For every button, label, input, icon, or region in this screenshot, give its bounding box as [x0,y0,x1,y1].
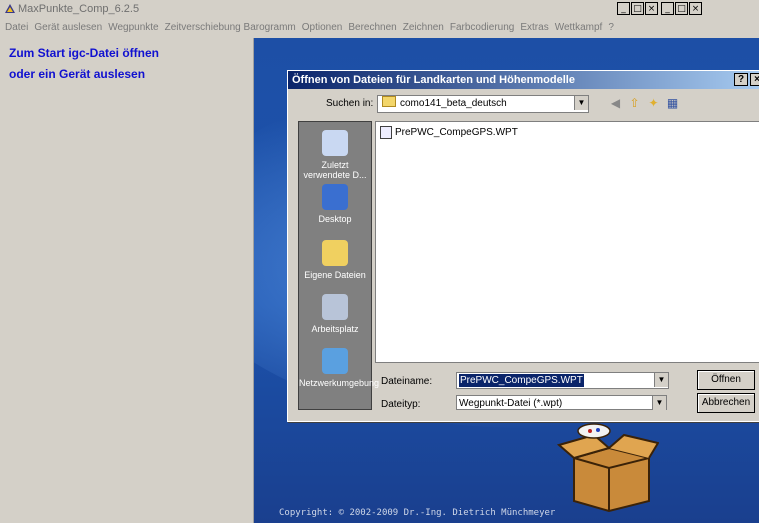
dialog-close-button[interactable]: × [750,73,759,86]
cardboard-box-illustration [556,423,659,513]
place-network[interactable]: Netzwerkumgebung [299,348,379,388]
menu-farbcodierung[interactable]: Farbcodierung [450,20,514,36]
open-file-dialog: Öffnen von Dateien für Landkarten und Hö… [287,70,759,422]
place-my-documents[interactable]: Eigene Dateien [299,240,371,280]
place-network-label: Netzwerkumgebung [299,378,380,388]
inner-minimize-button[interactable]: _ [617,2,630,15]
menu-extras[interactable]: Extras [520,20,548,36]
place-my-computer[interactable]: Arbeitsplatz [299,294,371,334]
new-folder-icon[interactable]: ✦ [646,96,661,110]
cancel-button[interactable]: Abbrechen [697,393,755,413]
recent-icon [322,130,348,156]
folder-icon [382,96,396,107]
menu-berechnen[interactable]: Berechnen [348,20,396,36]
filename-label: Dateiname: [381,376,433,387]
lookin-dropdown[interactable]: como141_beta_deutsch ▼ [377,95,589,113]
menu-optionen[interactable]: Optionen [302,20,343,36]
menu-bar: Datei Gerät auslesen Wegpunkte Zeitversc… [0,20,759,36]
back-icon[interactable]: ◀ [608,96,623,110]
up-folder-icon[interactable]: ⇧ [627,96,642,110]
window-title: MaxPunkte_Comp_6.2.5 [18,3,140,15]
place-my-computer-label: Arbeitsplatz [311,324,359,334]
menu-wettkampf[interactable]: Wettkampf [555,20,603,36]
place-desktop[interactable]: Desktop [299,184,371,224]
my-documents-icon [322,240,348,266]
maximize-button[interactable]: □ [675,2,688,15]
filename-value: PrePWC_CompeGPS.WPT [459,374,584,387]
dialog-title: Öffnen von Dateien für Landkarten und Hö… [292,74,575,86]
file-icon [380,126,392,139]
window-title-bar: MaxPunkte_Comp_6.2.5 _ □ × _ □ × [0,0,759,20]
view-menu-icon[interactable]: ▦ [665,96,680,110]
inner-maximize-button[interactable]: □ [631,2,644,15]
menu-zeitverschiebung[interactable]: Zeitverschiebung Barogramm [165,20,296,36]
place-recent[interactable]: Zuletzt verwendete D... [299,130,371,180]
filename-field[interactable]: PrePWC_CompeGPS.WPT ▼ [456,372,669,389]
menu-datei[interactable]: Datei [5,20,28,36]
lookin-label: Suchen in: [326,98,374,109]
open-button[interactable]: Öffnen [697,370,755,390]
place-desktop-label: Desktop [318,214,352,224]
dialog-toolbar: ◀ ⇧ ✦ ▦ [608,96,680,110]
dialog-help-button[interactable]: ? [734,73,748,86]
lookin-value: como141_beta_deutsch [400,98,507,109]
start-hint-line1: Zum Start igc-Datei öffnen [9,46,160,60]
close-button[interactable]: × [689,2,702,15]
menu-geraet-auslesen[interactable]: Gerät auslesen [34,20,102,36]
place-recent-label: Zuletzt verwendete D... [303,160,367,180]
start-hint-line2: oder ein Gerät auslesen [9,67,146,81]
inner-window-buttons: _ □ × _ □ × [617,2,702,15]
minimize-button[interactable]: _ [661,2,674,15]
place-my-documents-label: Eigene Dateien [304,270,366,280]
left-info-panel: Zum Start igc-Datei öffnen oder ein Gerä… [0,38,254,523]
filename-dropdown-icon[interactable]: ▼ [654,373,668,387]
filetype-label: Dateityp: [381,399,421,410]
network-icon [322,348,348,374]
menu-zeichnen[interactable]: Zeichnen [403,20,444,36]
file-item-label: PrePWC_CompeGPS.WPT [395,127,518,138]
filetype-select[interactable]: Wegpunkt-Datei (*.wpt) ▼ [456,395,667,410]
chevron-down-icon[interactable]: ▼ [574,96,588,110]
places-bar: Zuletzt verwendete D... Desktop Eigene D… [298,121,379,410]
file-list: PrePWC_CompeGPS.WPT [375,121,759,363]
dialog-title-bar: Öffnen von Dateien für Landkarten und Hö… [288,71,759,89]
copyright-text: Copyright: © 2002-2009 Dr.-Ing. Dietrich… [279,508,556,518]
filetype-value: Wegpunkt-Datei (*.wpt) [459,398,563,409]
desktop-icon [322,184,348,210]
filetype-dropdown-icon[interactable]: ▼ [652,396,666,410]
file-item[interactable]: PrePWC_CompeGPS.WPT [380,126,518,139]
menu-wegpunkte[interactable]: Wegpunkte [108,20,158,36]
menu-help[interactable]: ? [608,20,614,36]
inner-close-button[interactable]: × [645,2,658,15]
app-icon [5,4,15,13]
computer-icon [322,294,348,320]
